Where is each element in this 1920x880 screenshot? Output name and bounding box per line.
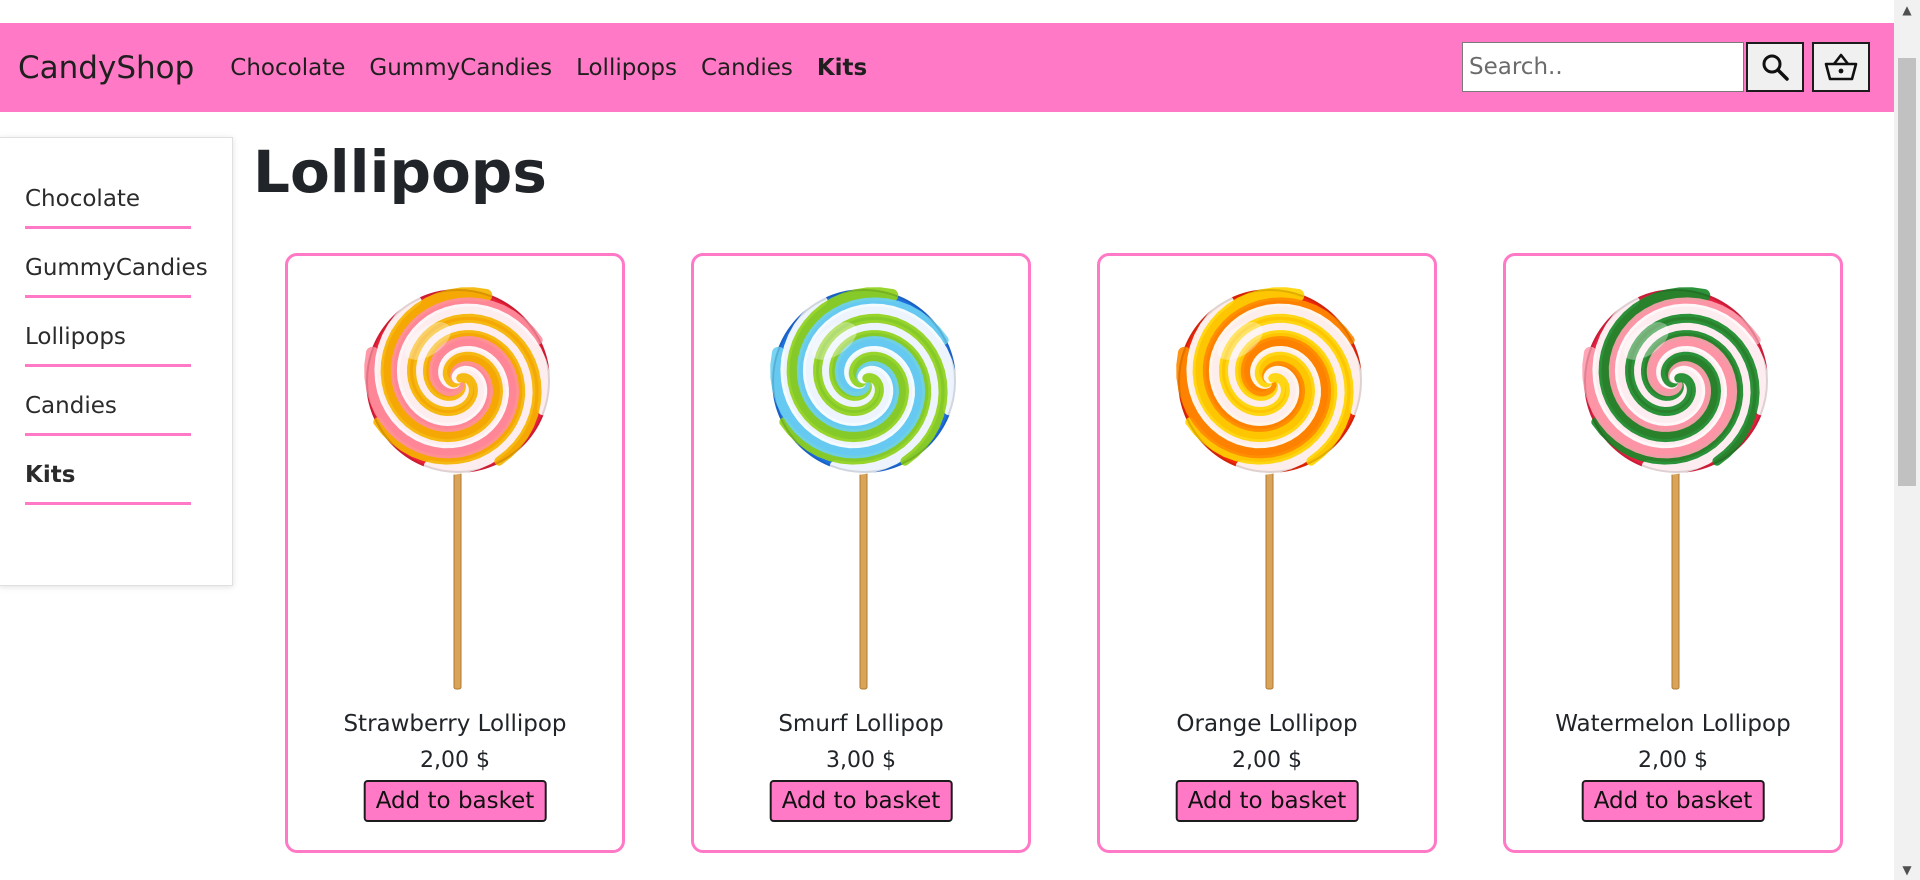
scroll-thumb[interactable] [1898,58,1916,486]
nav-link-chocolate[interactable]: Chocolate [230,55,345,81]
product-card[interactable]: Smurf Lollipop 3,00 $ Add to basket [691,253,1031,853]
product-name[interactable]: Smurf Lollipop [694,711,1028,737]
sidebar-item-chocolate[interactable]: Chocolate [25,160,191,229]
nav-links: Chocolate GummyCandies Lollipops Candies… [230,55,891,81]
search-area [1462,42,1870,92]
brand-logo[interactable]: CandyShop [18,50,194,86]
product-name[interactable]: Orange Lollipop [1100,711,1434,737]
category-sidebar: Chocolate GummyCandies Lollipops Candies… [0,137,233,586]
scroll-down-arrow-icon[interactable]: ▼ [1894,860,1920,880]
product-card[interactable]: Strawberry Lollipop 2,00 $ Add to basket [285,253,625,853]
product-name[interactable]: Strawberry Lollipop [288,711,622,737]
sidebar-item-gummycandies[interactable]: GummyCandies [25,229,208,298]
product-price: 2,00 $ [1638,748,1708,773]
scroll-up-arrow-icon[interactable]: ▲ [1894,0,1920,20]
product-price: 2,00 $ [1232,748,1302,773]
add-to-basket-button[interactable]: Add to basket [1175,780,1359,822]
search-button[interactable] [1746,42,1804,92]
product-card[interactable]: Watermelon Lollipop 2,00 $ Add to basket [1503,253,1843,853]
nav-link-candies[interactable]: Candies [701,55,793,81]
lollipop-image [364,287,552,690]
sidebar-item-lollipops[interactable]: Lollipops [25,298,191,367]
nav-link-gummycandies[interactable]: GummyCandies [369,55,552,81]
sidebar-item-candies[interactable]: Candies [25,367,191,436]
sidebar-item-kits[interactable]: Kits [25,436,191,505]
search-input[interactable] [1462,42,1744,92]
product-card[interactable]: Orange Lollipop 2,00 $ Add to basket [1097,253,1437,853]
product-grid: Strawberry Lollipop 2,00 $ Add to basket… [285,253,1843,853]
product-price: 2,00 $ [420,748,490,773]
lollipop-image [770,287,958,690]
add-to-basket-button[interactable]: Add to basket [769,780,953,822]
add-to-basket-button[interactable]: Add to basket [363,780,547,822]
top-navbar: CandyShop Chocolate GummyCandies Lollipo… [0,23,1894,112]
vertical-scrollbar[interactable]: ▲ ▼ [1894,0,1920,880]
add-to-basket-button[interactable]: Add to basket [1581,780,1765,822]
nav-link-lollipops[interactable]: Lollipops [576,55,677,81]
lollipop-image [1582,287,1770,690]
lollipop-image [1176,287,1364,690]
nav-link-kits[interactable]: Kits [817,55,867,81]
basket-icon [1824,53,1858,81]
product-price: 3,00 $ [826,748,896,773]
search-icon [1762,54,1789,81]
page-title: Lollipops [253,138,547,206]
product-name[interactable]: Watermelon Lollipop [1506,711,1840,737]
basket-button[interactable] [1812,42,1870,92]
